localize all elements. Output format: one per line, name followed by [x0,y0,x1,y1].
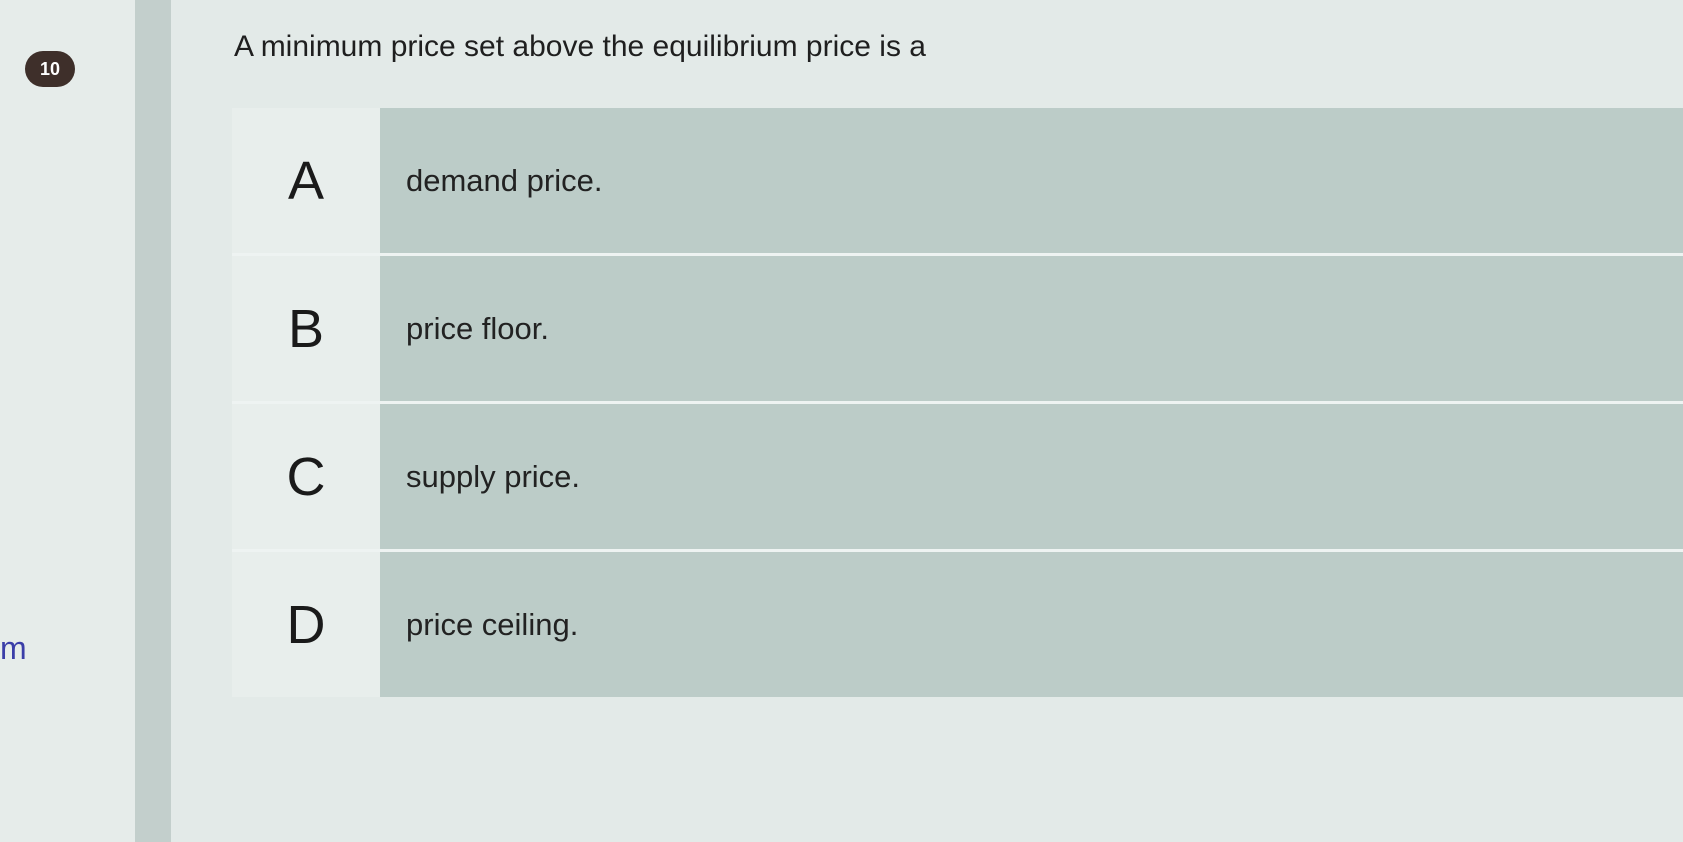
question-number-badge: 10 [25,51,75,87]
option-text: demand price. [380,108,1683,253]
option-letter: B [232,256,380,401]
option-letter: C [232,404,380,549]
answer-option-b[interactable]: B price floor. [232,256,1683,404]
option-text: price floor. [380,256,1683,401]
sidebar-partial-text: m [0,630,27,666]
left-panel [0,0,135,842]
question-text: A minimum price set above the equilibriu… [234,30,926,63]
panel-divider [135,0,171,842]
option-letter: A [232,108,380,253]
option-text: supply price. [380,404,1683,549]
answer-option-a[interactable]: A demand price. [232,108,1683,256]
option-text: price ceiling. [380,552,1683,697]
answer-option-c[interactable]: C supply price. [232,404,1683,552]
answer-options: A demand price. B price floor. C supply … [232,108,1683,697]
option-letter: D [232,552,380,697]
answer-option-d[interactable]: D price ceiling. [232,552,1683,697]
